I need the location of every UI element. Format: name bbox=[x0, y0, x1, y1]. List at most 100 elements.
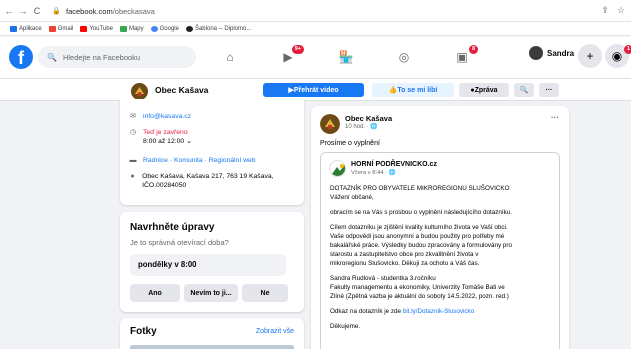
bookmark-template[interactable]: Šablona -- Diplomo... bbox=[185, 25, 251, 32]
shared-line: mikroregionu Slušovicko. Děkuji za ochot… bbox=[330, 260, 480, 267]
shared-author[interactable]: HORNÍ PODŘEVNICKO.cz bbox=[351, 161, 437, 168]
suggest-title: Navrhněte úpravy bbox=[130, 222, 215, 233]
message-button[interactable]: ● Zpráva bbox=[459, 83, 509, 97]
email-row: ✉ info@kasava.cz bbox=[129, 112, 191, 121]
see-all-photos-link[interactable]: Zobrazit vše bbox=[256, 328, 294, 335]
bookmark-apps[interactable]: Aplikace bbox=[10, 25, 42, 32]
shared-link-line: Odkaz na dotazník je zde bit.ly/Dotaznik… bbox=[330, 308, 475, 315]
more-icon: ··· bbox=[545, 86, 553, 94]
watch-icon[interactable]: ▶ 9+ bbox=[276, 44, 304, 70]
browser-toolbar: ← → C 🔒 facebook.com/obeckasava ⇪ ☆ bbox=[0, 0, 631, 22]
shared-time: Včera v 8:44 · 🌐 bbox=[351, 170, 396, 176]
globe-icon bbox=[185, 25, 193, 32]
bookmark-youtube[interactable]: YouTube bbox=[80, 25, 113, 32]
like-button[interactable]: 👍 To se mi líbí bbox=[372, 83, 454, 97]
shared-post: HORNÍ PODŘEVNICKO.cz Včera v 8:44 · 🌐 DO… bbox=[320, 152, 560, 349]
location-pin-icon: ● bbox=[130, 173, 135, 180]
forward-icon[interactable]: → bbox=[18, 6, 28, 16]
url-path: /obeckasava bbox=[112, 6, 155, 16]
shared-line: bakalářské práce. Výsledky budou zpracov… bbox=[330, 242, 513, 249]
watch-badge: 9+ bbox=[291, 45, 304, 54]
photos-title: Fotky bbox=[130, 326, 157, 337]
thumbs-up-icon: 👍 bbox=[388, 87, 398, 94]
shared-line: Cílem dotazníku je zjištění kvality kult… bbox=[330, 224, 508, 231]
post-text: Prosíme o vyplnění bbox=[320, 140, 380, 147]
hours-dropdown[interactable]: 8:00 až 12:00 ⌄ bbox=[143, 138, 192, 145]
post-author[interactable]: Obec Kašava bbox=[345, 114, 392, 123]
address-row: ● Obec Kašava, Kašava 217, 763 19 Kašava… bbox=[129, 172, 299, 190]
unsure-button[interactable]: Nevím to ji... bbox=[184, 284, 238, 302]
gaming-badge: 8 bbox=[468, 45, 478, 54]
about-card: ✉ info@kasava.cz ◷ Teď je zavřeno 8:00 a… bbox=[120, 99, 304, 205]
play-video-button[interactable]: ▶ Přehrát video bbox=[263, 83, 364, 97]
marketplace-icon[interactable]: 🏪 bbox=[334, 44, 358, 70]
messenger-icon: ◉ bbox=[611, 49, 623, 63]
suggest-question: Je to správná otevírací doba? bbox=[130, 238, 229, 247]
profile-button[interactable]: Sandra bbox=[529, 46, 574, 60]
create-button[interactable]: + bbox=[578, 44, 602, 68]
home-icon[interactable]: ⌂ bbox=[218, 44, 242, 70]
globe-icon: 🌐 bbox=[388, 170, 396, 176]
youtube-icon bbox=[80, 25, 88, 32]
email-link[interactable]: info@kasava.cz bbox=[143, 112, 191, 121]
survey-link[interactable]: bit.ly/Dotaznik-Slusovicko bbox=[403, 308, 474, 315]
share-icon[interactable]: ⇪ bbox=[601, 5, 609, 16]
shared-line: Vaše odpovědi jsou anonymní a budou použ… bbox=[330, 233, 505, 240]
facebook-header: f 🔍 Hledejte na Facebooku ⌂ ▶ 9+ 🏪 ◎ ▣ 8 S… bbox=[0, 37, 631, 79]
address-bar[interactable]: 🔒 facebook.com/obeckasava bbox=[52, 4, 552, 18]
shared-line: obracím se na Vás s prosbou o vyplnění n… bbox=[330, 209, 513, 216]
bookmark-maps[interactable]: Mapy bbox=[119, 25, 144, 32]
shared-greeting: Vážení občané, bbox=[330, 194, 374, 201]
photo-strip bbox=[130, 345, 294, 349]
reload-icon[interactable]: C bbox=[32, 6, 42, 16]
search-page-button[interactable]: 🔍 bbox=[514, 83, 534, 97]
google-icon bbox=[150, 25, 158, 32]
notification-badge: 1 bbox=[623, 45, 631, 54]
search-icon: 🔍 bbox=[519, 87, 529, 94]
page-avatar[interactable] bbox=[131, 83, 148, 100]
search-placeholder: Hledejte na Facebooku bbox=[62, 52, 141, 62]
apps-icon bbox=[10, 25, 17, 32]
clock-icon: ◷ bbox=[129, 129, 137, 136]
bookmark-google[interactable]: Google bbox=[150, 25, 179, 32]
post-avatar[interactable] bbox=[320, 114, 340, 134]
photos-card: Fotky Zobrazit vše bbox=[120, 318, 304, 349]
shared-line: Sandra Rudlová - studentka 3.ročníku bbox=[330, 275, 436, 282]
bookmark-gmail[interactable]: Gmail bbox=[48, 25, 73, 32]
post-card: Obec Kašava 10 hod. · 🌐 ··· Prosíme o vy… bbox=[311, 106, 569, 349]
shared-line: Zlíně (Zpětná vazba je aktuální do sobot… bbox=[330, 293, 509, 300]
gaming-icon[interactable]: ▣ 8 bbox=[450, 44, 478, 70]
search-icon: 🔍 bbox=[47, 52, 57, 62]
folder-icon: ▬ bbox=[129, 157, 137, 164]
hours-row: ◷ Teď je zavřeno 8:00 až 12:00 ⌄ bbox=[129, 128, 192, 146]
shared-avatar[interactable] bbox=[329, 160, 346, 177]
more-button[interactable]: ··· bbox=[539, 83, 559, 97]
user-name: Sandra bbox=[547, 48, 575, 58]
shared-heading: DOTAZNÍK PRO OBYVATELE MIKROREGIONU SLUŠ… bbox=[330, 185, 510, 192]
category-row: ▬ Radnice · Komunita · Regionální web bbox=[129, 156, 256, 165]
shared-line: Fakulty managementu a ekonomiky, Univerz… bbox=[330, 284, 505, 291]
groups-icon[interactable]: ◎ bbox=[392, 44, 416, 70]
maps-icon bbox=[119, 25, 127, 32]
categories[interactable]: Radnice · Komunita · Regionální web bbox=[143, 156, 256, 165]
chevron-down-icon: ⌄ bbox=[186, 138, 192, 145]
messenger-button[interactable]: ◉ 1 bbox=[605, 44, 631, 68]
bookmarks-bar: Aplikace Gmail YouTube Mapy Google Šablo… bbox=[0, 22, 631, 36]
post-time: 10 hod. · 🌐 bbox=[345, 124, 378, 130]
globe-icon: 🌐 bbox=[370, 124, 378, 130]
page-name[interactable]: Obec Kašava bbox=[155, 85, 208, 95]
search-input[interactable]: 🔍 Hledejte na Facebooku bbox=[38, 46, 196, 68]
star-icon[interactable]: ☆ bbox=[617, 5, 625, 16]
plus-icon: + bbox=[586, 49, 594, 63]
suggest-edits-card: Navrhněte úpravy Je to správná otevírací… bbox=[120, 212, 304, 312]
yes-button[interactable]: Ano bbox=[130, 284, 180, 302]
gmail-icon bbox=[48, 25, 56, 32]
open-status: Teď je zavřeno bbox=[143, 129, 188, 136]
lock-icon: 🔒 bbox=[52, 8, 61, 15]
facebook-logo[interactable]: f bbox=[9, 45, 33, 69]
no-button[interactable]: Ne bbox=[242, 284, 288, 302]
shared-line: Děkujeme. bbox=[330, 323, 361, 330]
address: Obec Kašava, Kašava 217, 763 19 Kašava, … bbox=[142, 173, 274, 189]
back-icon[interactable]: ← bbox=[4, 6, 14, 16]
post-more-icon[interactable]: ··· bbox=[551, 113, 559, 122]
